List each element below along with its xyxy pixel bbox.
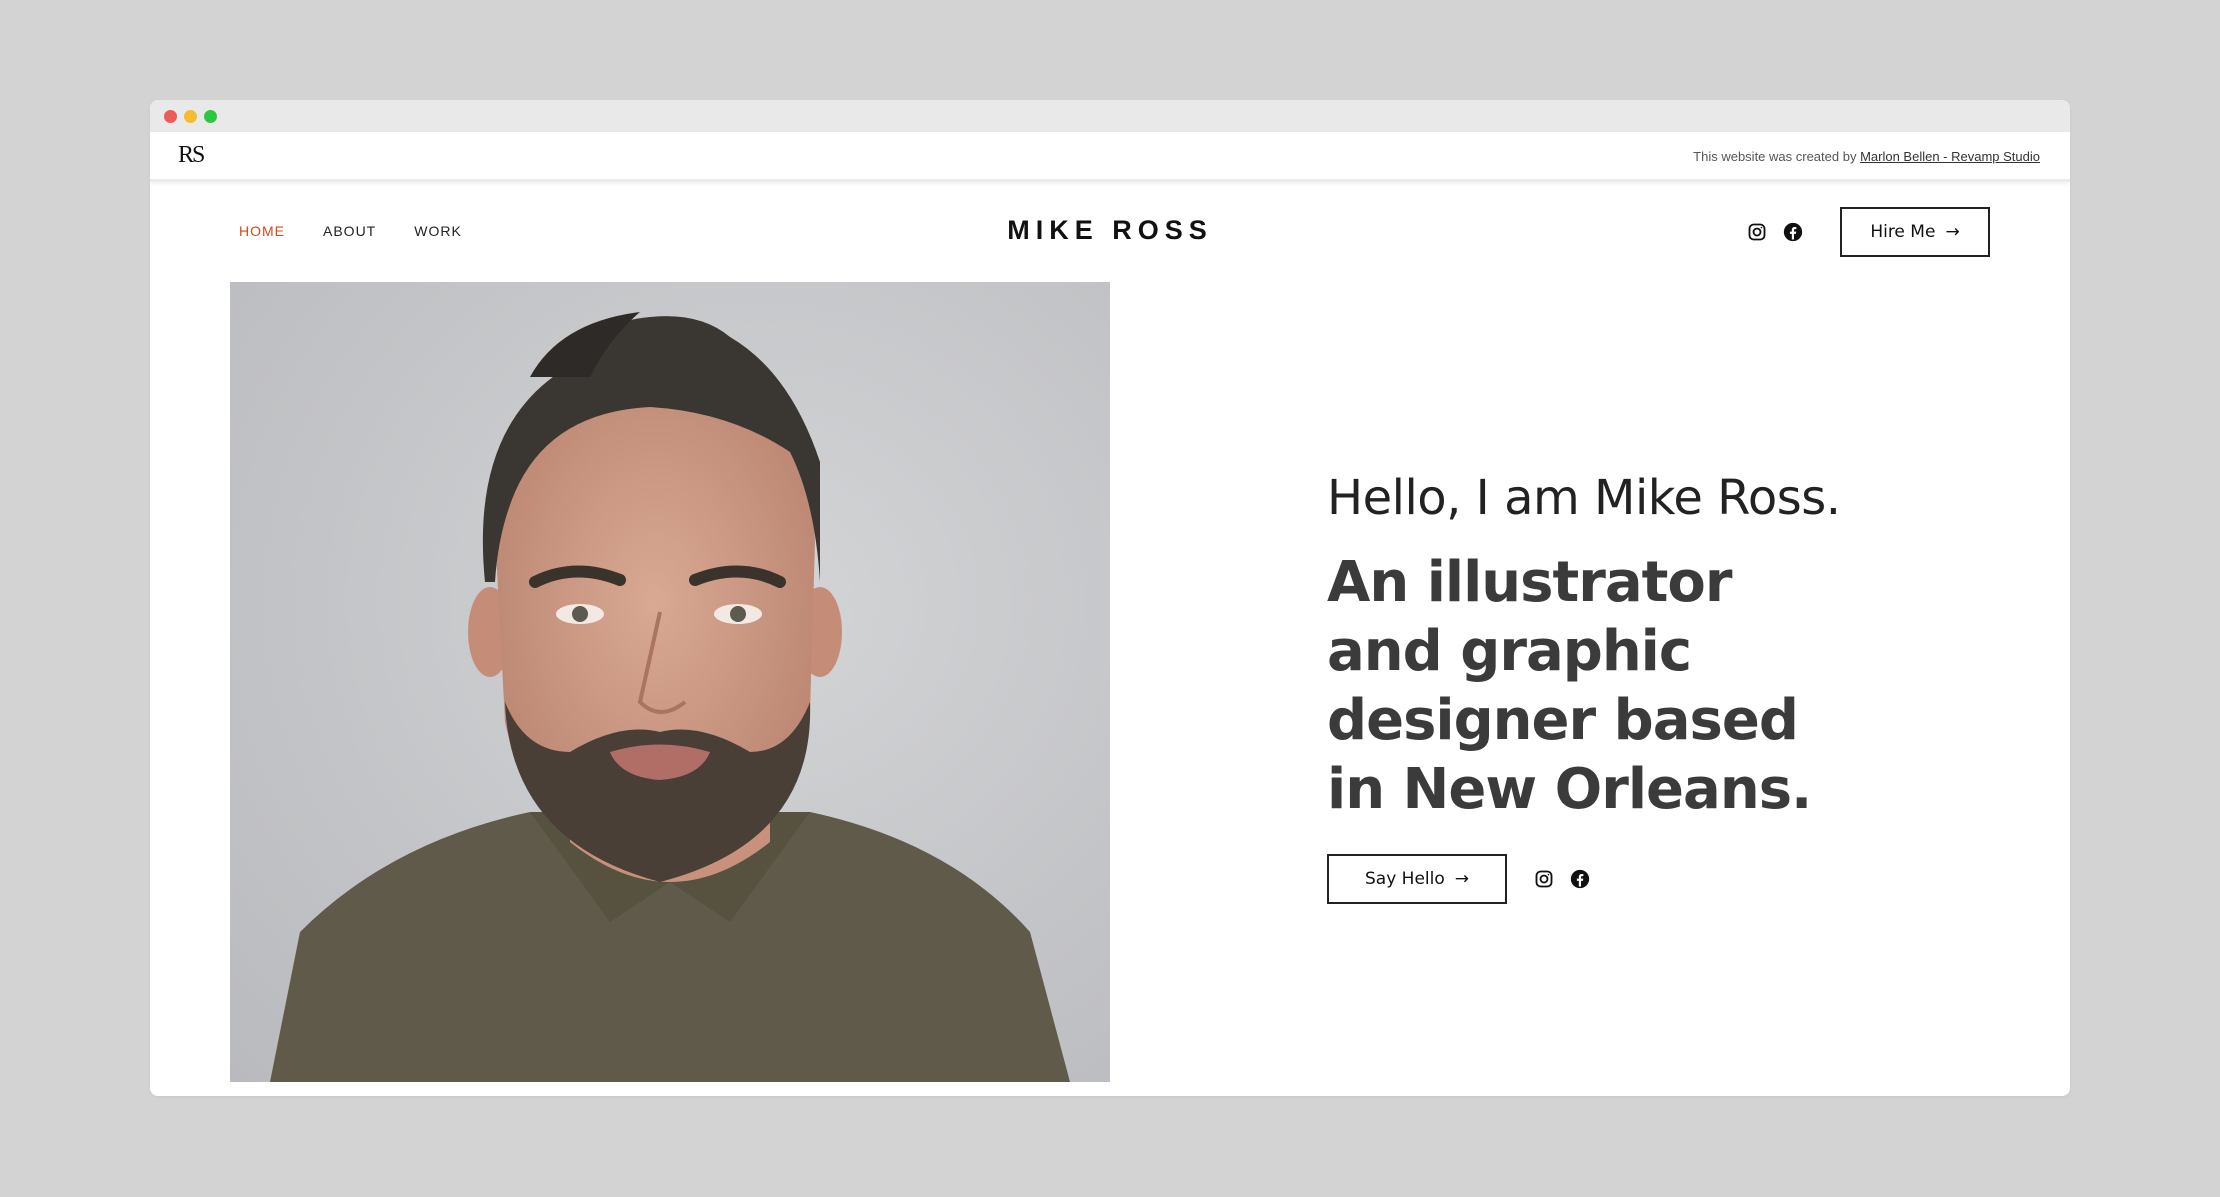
instagram-icon[interactable]	[1746, 221, 1768, 243]
close-window-button[interactable]	[164, 110, 177, 123]
say-hello-button[interactable]: Say Hello →	[1327, 854, 1507, 904]
hero-tagline: An illustrator and graphic designer base…	[1327, 548, 1887, 824]
facebook-icon[interactable]	[1569, 868, 1591, 890]
portrait-photo	[230, 282, 1110, 1082]
browser-window: RS This website was created by Marlon Be…	[150, 100, 2070, 1096]
hire-me-label: Hire Me	[1870, 222, 1936, 242]
hero-actions: Say Hello →	[1327, 854, 1887, 904]
hire-me-button[interactable]: Hire Me →	[1840, 207, 1990, 257]
credit-prefix: This website was created by	[1693, 149, 1857, 164]
maximize-window-button[interactable]	[204, 110, 217, 123]
hero-intro: Hello, I am Mike Ross. An illustrator an…	[1327, 470, 1887, 904]
credit-bar: RS This website was created by Marlon Be…	[150, 132, 2070, 182]
header-actions: Hire Me →	[1746, 207, 1990, 257]
credit-link[interactable]: Marlon Bellen - Revamp Studio	[1860, 149, 2040, 164]
rs-logo[interactable]: RS	[178, 142, 205, 169]
facebook-icon[interactable]	[1782, 221, 1804, 243]
arrow-right-icon: →	[1454, 869, 1469, 889]
tagline-line: in New Orleans.	[1327, 757, 1812, 822]
tagline-line: and graphic	[1327, 619, 1692, 684]
say-hello-label: Say Hello	[1364, 869, 1445, 889]
site-header: HOME ABOUT WORK MIKE ROSS Hire Me →	[150, 185, 2070, 285]
hero-greeting: Hello, I am Mike Ross.	[1327, 470, 1841, 526]
tagline-line: An illustrator	[1327, 550, 1733, 615]
minimize-window-button[interactable]	[184, 110, 197, 123]
tagline-line: designer based	[1327, 688, 1799, 753]
credit-text: This website was created by Marlon Belle…	[1693, 149, 2040, 164]
portrait-illustration	[270, 312, 1070, 1082]
instagram-icon[interactable]	[1533, 868, 1555, 890]
title-bar	[150, 100, 2070, 132]
arrow-right-icon: →	[1945, 222, 1960, 242]
